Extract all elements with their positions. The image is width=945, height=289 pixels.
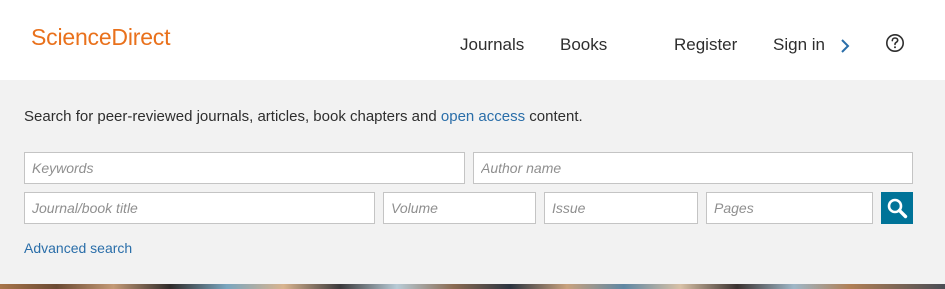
nav-register-link[interactable]: Register bbox=[674, 36, 737, 53]
help-circle-icon[interactable] bbox=[885, 33, 905, 53]
search-submit-button[interactable] bbox=[881, 192, 913, 224]
author-name-input[interactable] bbox=[473, 152, 913, 184]
search-intro-suffix: content. bbox=[525, 108, 583, 125]
quick-search-panel: Search for peer-reviewed journals, artic… bbox=[0, 80, 945, 284]
nav-journals-link[interactable]: Journals bbox=[460, 36, 524, 53]
site-header: ScienceDirect Journals Books Register Si… bbox=[0, 0, 945, 80]
journal-book-title-input[interactable] bbox=[24, 192, 375, 224]
chevron-right-icon[interactable] bbox=[838, 38, 852, 54]
advanced-search-link[interactable]: Advanced search bbox=[24, 241, 132, 255]
nav-books-link[interactable]: Books bbox=[560, 36, 607, 53]
search-icon bbox=[887, 198, 908, 219]
volume-input[interactable] bbox=[383, 192, 536, 224]
search-intro-text: Search for peer-reviewed journals, artic… bbox=[24, 108, 583, 126]
sciencedirect-logo[interactable]: ScienceDirect bbox=[31, 26, 170, 49]
hero-image-strip bbox=[0, 284, 945, 289]
keywords-input[interactable] bbox=[24, 152, 465, 184]
search-intro-prefix: Search for peer-reviewed journals, artic… bbox=[24, 108, 441, 125]
open-access-link[interactable]: open access bbox=[441, 108, 525, 125]
pages-input[interactable] bbox=[706, 192, 873, 224]
nav-sign-in-link[interactable]: Sign in bbox=[773, 36, 825, 53]
issue-input[interactable] bbox=[544, 192, 698, 224]
